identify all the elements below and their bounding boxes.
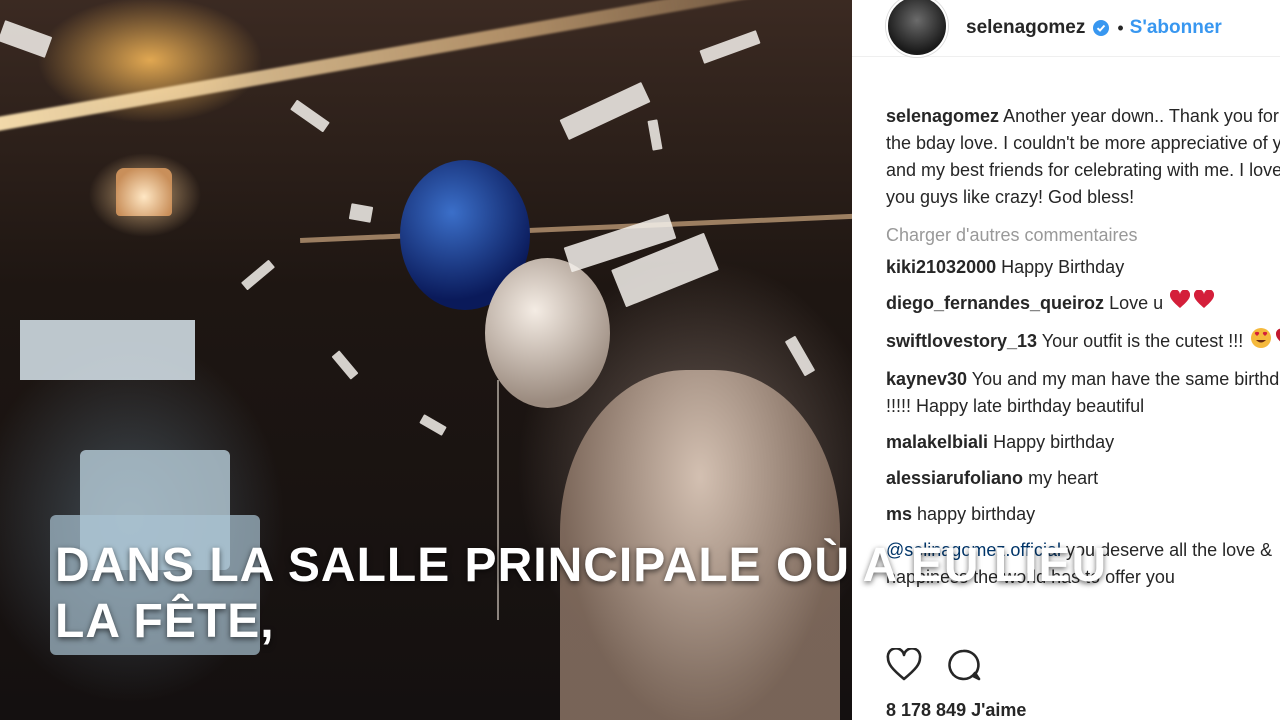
confetti bbox=[699, 30, 761, 64]
comment-username[interactable]: kaynev30 bbox=[886, 369, 967, 389]
confetti bbox=[240, 259, 276, 291]
confetti bbox=[348, 203, 374, 223]
confetti bbox=[419, 414, 447, 436]
comment-item: swiftlovestory_13 Your outfit is the cut… bbox=[886, 327, 1280, 357]
video-subtitle-overlay: DANS LA SALLE PRINCIPALE OÙ A EU LIEU LA… bbox=[55, 539, 1108, 648]
like-count[interactable]: 8 178 849 J'aime bbox=[886, 700, 1026, 720]
comment-item: diego_fernandes_queiroz Love u bbox=[886, 289, 1280, 318]
confetti bbox=[331, 350, 359, 380]
comment-text: Love u bbox=[1109, 293, 1164, 313]
comment-username[interactable]: diego_fernandes_queiroz bbox=[886, 293, 1104, 313]
post-action-bar bbox=[886, 647, 982, 687]
ceiling-light-strip bbox=[300, 213, 852, 243]
comment-username[interactable]: alessiarufoliano bbox=[886, 468, 1023, 488]
confetti bbox=[0, 20, 53, 58]
comment-username[interactable]: ms bbox=[886, 504, 912, 524]
comment-item: alessiarufoliano my heart bbox=[886, 465, 1280, 492]
verified-badge-icon bbox=[1093, 20, 1110, 36]
comment-item: malakelbiali Happy birthday bbox=[886, 429, 1280, 456]
heart-eyes-emoji-icon bbox=[1250, 327, 1280, 357]
comment-text: Happy Birthday bbox=[1001, 257, 1125, 277]
comment-username[interactable]: swiftlovestory_13 bbox=[886, 331, 1037, 351]
comment-text: my heart bbox=[1028, 468, 1099, 489]
avatar[interactable] bbox=[886, 0, 948, 57]
comment-item: kiki21032000 Happy Birthday bbox=[886, 254, 1280, 281]
confetti bbox=[290, 99, 330, 133]
load-more-comments-link[interactable]: Charger d'autres commentaires bbox=[852, 211, 1280, 246]
heart-outline-icon[interactable] bbox=[886, 647, 922, 687]
caption-username[interactable]: selenagomez bbox=[886, 106, 999, 126]
comment-username[interactable]: kiki21032000 bbox=[886, 257, 996, 277]
follow-button[interactable]: S'abonner bbox=[1130, 17, 1222, 39]
comment-bubble-icon[interactable] bbox=[946, 648, 982, 687]
comment-item: kaynev30 You and my man have the same bi… bbox=[886, 366, 1280, 420]
silver-balloon bbox=[485, 258, 610, 408]
confetti bbox=[559, 82, 651, 140]
confetti bbox=[647, 119, 663, 151]
comment-username[interactable]: malakelbiali bbox=[886, 432, 988, 452]
comment-text: Happy birthday bbox=[993, 432, 1115, 453]
cake-top-card bbox=[20, 320, 195, 380]
wall-lamp bbox=[116, 168, 172, 216]
comment-item: ms happy birthday bbox=[886, 501, 1280, 528]
comment-text: happy birthday bbox=[917, 504, 1036, 525]
red-heart-emoji-icon bbox=[1170, 289, 1215, 318]
post-username[interactable]: selenagomez bbox=[966, 17, 1085, 39]
ceiling-light-beam bbox=[0, 0, 852, 134]
confetti bbox=[784, 335, 816, 377]
separator-dot: • bbox=[1117, 17, 1124, 38]
post-header: selenagomez • S'abonner bbox=[852, 0, 1280, 57]
post-caption: selenagomez Another year down.. Thank yo… bbox=[852, 57, 1280, 211]
comment-text: Your outfit is the cutest !!! bbox=[1041, 331, 1244, 351]
